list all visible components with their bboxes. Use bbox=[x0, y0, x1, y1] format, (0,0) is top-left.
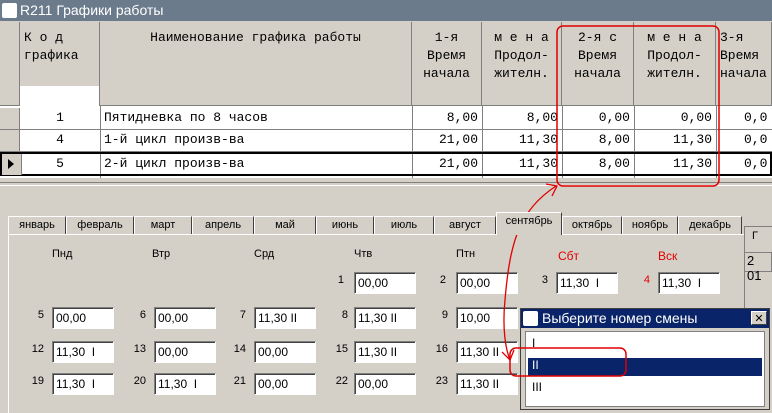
tab-march[interactable]: март bbox=[134, 216, 192, 234]
weekday-mon: Пнд bbox=[52, 248, 73, 260]
day-number: 13 bbox=[133, 343, 146, 355]
current-row-arrow-icon bbox=[8, 159, 14, 169]
day-number: 7 bbox=[239, 309, 246, 321]
day-number: 21 bbox=[233, 375, 246, 387]
day-number: 20 bbox=[133, 375, 146, 387]
header-name[interactable]: Наименование графика работы bbox=[100, 22, 412, 106]
weekday-tue: Втр bbox=[152, 248, 171, 260]
splitter[interactable] bbox=[0, 182, 772, 186]
tab-october[interactable]: октябрь bbox=[562, 216, 622, 234]
tab-june[interactable]: июнь bbox=[316, 216, 374, 234]
tab-august[interactable]: август bbox=[434, 216, 496, 234]
list-item[interactable]: I bbox=[528, 336, 762, 354]
shift-picker-dialog: Выберите номер смены ✕ I II III bbox=[520, 308, 770, 410]
day-field[interactable]: 11,30 II bbox=[354, 341, 416, 363]
day-field[interactable]: 00,00 bbox=[254, 341, 316, 363]
day-field[interactable]: 11,30 II bbox=[456, 341, 518, 363]
header-shift1-start[interactable]: 1-я Время начала bbox=[412, 22, 482, 106]
day-number: 19 bbox=[31, 375, 44, 387]
weekday-fri: Птн bbox=[456, 248, 476, 260]
day-number: 3 bbox=[541, 274, 548, 286]
schedules-grid[interactable]: К о д графика Наименование графика работ… bbox=[0, 22, 772, 178]
row-indicator bbox=[0, 108, 20, 129]
day-number: 8 bbox=[341, 309, 348, 321]
row-indicator bbox=[0, 130, 20, 151]
tab-may[interactable]: май bbox=[254, 216, 316, 234]
day-field[interactable]: 11,30 I bbox=[52, 341, 114, 363]
day-number: 5 bbox=[37, 309, 44, 321]
close-button[interactable]: ✕ bbox=[751, 311, 767, 325]
tab-february[interactable]: февраль bbox=[66, 216, 134, 234]
day-field[interactable]: 00,00 bbox=[154, 307, 216, 329]
day-field[interactable]: 00,00 bbox=[254, 373, 316, 395]
day-field[interactable]: 11,30 I bbox=[52, 373, 114, 395]
day-field[interactable]: 00,00 bbox=[52, 307, 114, 329]
day-field[interactable]: 00,00 bbox=[354, 272, 416, 294]
row-indicator bbox=[2, 154, 22, 175]
day-number: 16 bbox=[435, 343, 448, 355]
tab-december[interactable]: декабрь bbox=[678, 216, 742, 234]
day-field[interactable]: 11,30 II bbox=[254, 307, 316, 329]
tab-january[interactable]: январь bbox=[8, 216, 66, 234]
code-filter-field[interactable] bbox=[20, 86, 99, 106]
day-number: 14 bbox=[233, 343, 246, 355]
day-field[interactable]: 11,30 II bbox=[456, 373, 518, 395]
header-shift2-start[interactable]: 2-я с Время начала bbox=[562, 22, 634, 106]
tab-july[interactable]: июль bbox=[374, 216, 434, 234]
day-field[interactable]: 11,30 I bbox=[556, 272, 618, 294]
day-field[interactable]: 11,30 II bbox=[354, 307, 416, 329]
header-code[interactable]: К о д графика bbox=[20, 22, 100, 106]
day-number: 9 bbox=[441, 309, 448, 321]
weekday-wed: Срд bbox=[254, 248, 275, 260]
weekday-sun: Вск bbox=[658, 249, 678, 263]
day-field[interactable]: 10,00 bbox=[456, 307, 518, 329]
weekday-thu: Чтв bbox=[354, 248, 373, 260]
table-row-selected[interactable]: 5 2-й цикл произв-ва 21,00 11,30 8,00 11… bbox=[0, 152, 772, 176]
year-label: Г bbox=[752, 230, 758, 242]
day-number: 6 bbox=[139, 309, 146, 321]
window-title: R211 Графики работы bbox=[20, 2, 164, 18]
list-item-selected[interactable]: II bbox=[528, 358, 762, 376]
header-shift3-start[interactable]: 3-я Время начала bbox=[716, 22, 772, 106]
app-icon bbox=[523, 311, 538, 326]
day-field[interactable]: 00,00 bbox=[456, 272, 518, 294]
app-icon bbox=[2, 3, 17, 18]
dialog-title: Выберите номер смены bbox=[542, 310, 698, 326]
table-row[interactable]: 4 1-й цикл произв-ва 21,00 11,30 8,00 11… bbox=[0, 130, 772, 152]
day-number: 22 bbox=[335, 375, 348, 387]
day-number: 15 bbox=[335, 343, 348, 355]
tab-april[interactable]: апрель bbox=[192, 216, 254, 234]
day-number: 12 bbox=[31, 343, 44, 355]
day-field[interactable]: 00,00 bbox=[154, 341, 216, 363]
weekday-sat: Сбт bbox=[558, 249, 580, 263]
day-number: 1 bbox=[337, 274, 344, 286]
day-number: 2 bbox=[439, 274, 446, 286]
day-field[interactable]: 11,30 I bbox=[658, 272, 720, 294]
day-field[interactable]: 11,30 I bbox=[154, 373, 216, 395]
window-titlebar: R211 Графики работы bbox=[0, 0, 772, 21]
table-row[interactable]: 1 Пятидневка по 8 часов 8,00 8,00 0,00 0… bbox=[0, 108, 772, 130]
year-field[interactable]: 2 01 bbox=[744, 252, 772, 283]
day-number: 4 bbox=[643, 274, 650, 286]
tab-september[interactable]: сентябрь bbox=[496, 212, 562, 235]
grid-corner bbox=[0, 22, 20, 106]
header-shift1-duration[interactable]: м е н а Продол- жителн. bbox=[482, 22, 562, 106]
tab-november[interactable]: ноябрь bbox=[622, 216, 678, 234]
dialog-titlebar: Выберите номер смены ✕ bbox=[521, 309, 769, 328]
shift-list[interactable]: I II III bbox=[525, 331, 765, 407]
day-field[interactable]: 00,00 bbox=[354, 373, 416, 395]
day-number: 23 bbox=[435, 375, 448, 387]
header-shift2-duration[interactable]: м е н а Продол- жителн. bbox=[634, 22, 716, 106]
list-item[interactable]: III bbox=[528, 380, 762, 398]
